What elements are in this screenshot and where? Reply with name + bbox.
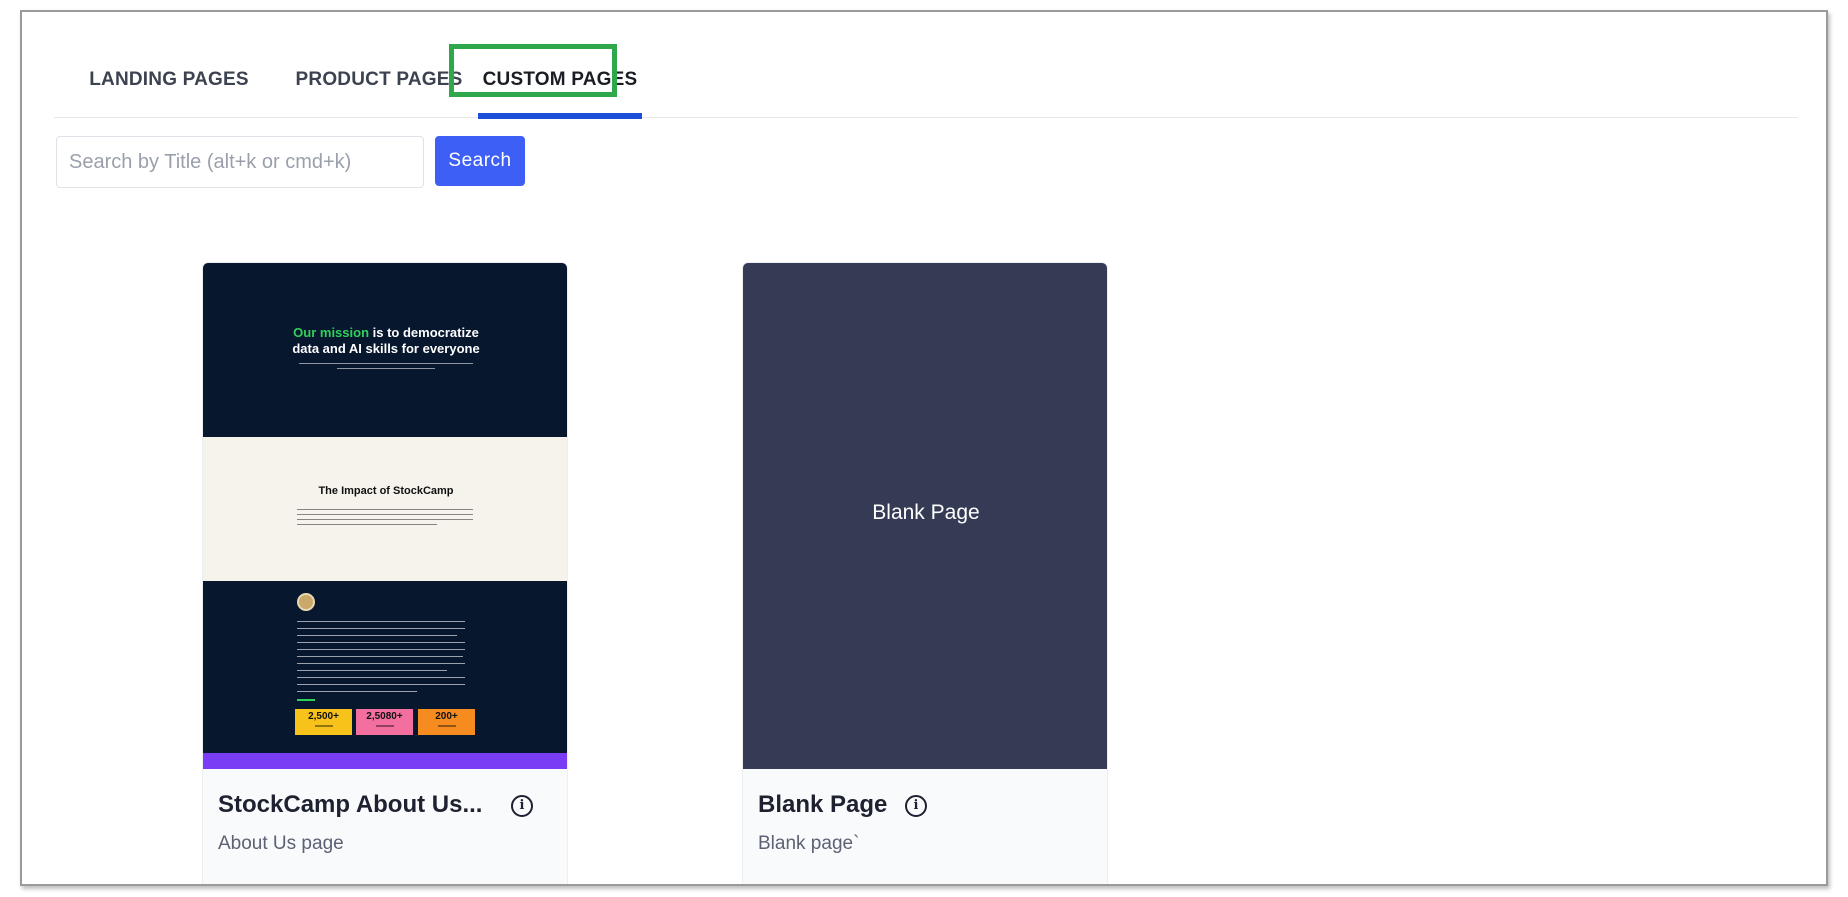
preview-text-line: [297, 642, 465, 643]
page-card-blank[interactable]: Blank Page Blank Page i Blank page`: [742, 262, 1108, 884]
preview-avatar: [297, 593, 315, 611]
info-circle-icon[interactable]: i: [511, 795, 533, 817]
preview-impact-section: The Impact of StockCamp: [203, 437, 567, 581]
preview-stat-value: 2,5080+: [366, 711, 403, 722]
page-type-tabs: LANDING PAGES PRODUCT PAGES CUSTOM PAGES: [54, 46, 1798, 119]
card-details: StockCamp About Us... i About Us page: [203, 769, 567, 884]
preview-stat: 200+: [418, 709, 475, 735]
preview-headline-rest: is to democratize: [369, 325, 479, 340]
preview-stat-value: 200+: [435, 711, 458, 722]
card-details: Blank Page i Blank page`: [743, 769, 1107, 884]
page-thumbnail[interactable]: Blank Page: [743, 263, 1107, 769]
preview-text-line: [297, 509, 473, 510]
preview-stat-caption: [314, 725, 333, 727]
preview-stat-caption: [375, 725, 394, 727]
app-window: LANDING PAGES PRODUCT PAGES CUSTOM PAGES…: [20, 10, 1828, 886]
preview-text-line: [297, 656, 463, 657]
preview-text-line: [299, 363, 473, 364]
preview-text-line: [297, 519, 473, 520]
preview-link: [297, 699, 315, 701]
preview-text-line: [297, 684, 465, 685]
card-subtitle: Blank page`: [758, 833, 860, 854]
tab-product-pages[interactable]: PRODUCT PAGES: [284, 46, 474, 118]
info-circle-icon[interactable]: i: [905, 795, 927, 817]
preview-headline: Our mission is to democratize data and A…: [203, 325, 567, 357]
card-title: Blank Page: [758, 791, 888, 818]
preview-text-line: [297, 677, 465, 678]
preview-text-line: [337, 368, 435, 369]
preview-text-line: [297, 663, 465, 664]
preview-headline-accent: Our mission: [293, 325, 370, 340]
preview-about-section: 2,500+ 2,5080+ 200+: [203, 581, 567, 753]
preview-text-line: [297, 649, 465, 650]
preview-headline-line2: data and AI skills for everyone: [292, 341, 480, 356]
preview-text-line: [297, 628, 465, 629]
preview-text-line: [297, 524, 437, 525]
preview-text-line: [297, 635, 457, 636]
page-thumbnail[interactable]: Our mission is to democratize data and A…: [203, 263, 567, 769]
card-subtitle: About Us page: [218, 833, 344, 854]
page-card-stockcamp[interactable]: Our mission is to democratize data and A…: [202, 262, 568, 884]
preview-stat: 2,500+: [295, 709, 352, 735]
tab-landing-pages[interactable]: LANDING PAGES: [74, 46, 264, 118]
preview-text-line: [297, 621, 465, 622]
preview-text-line: [297, 691, 417, 692]
preview-stat-caption: [437, 725, 456, 727]
preview-footer-strip: [203, 753, 567, 769]
blank-page-label: Blank Page: [872, 501, 980, 524]
preview-text-line: [297, 670, 447, 671]
preview-impact-title: The Impact of StockCamp: [318, 485, 454, 497]
preview-text-line: [297, 514, 473, 515]
preview-hero-section: Our mission is to democratize data and A…: [203, 263, 567, 437]
search-button[interactable]: Search: [435, 136, 525, 186]
card-title: StockCamp About Us...: [218, 791, 483, 818]
preview-stat-value: 2,500+: [308, 711, 339, 722]
preview-stat: 2,5080+: [356, 709, 413, 735]
search-input[interactable]: [56, 136, 424, 188]
tab-custom-pages[interactable]: CUSTOM PAGES: [478, 46, 642, 119]
